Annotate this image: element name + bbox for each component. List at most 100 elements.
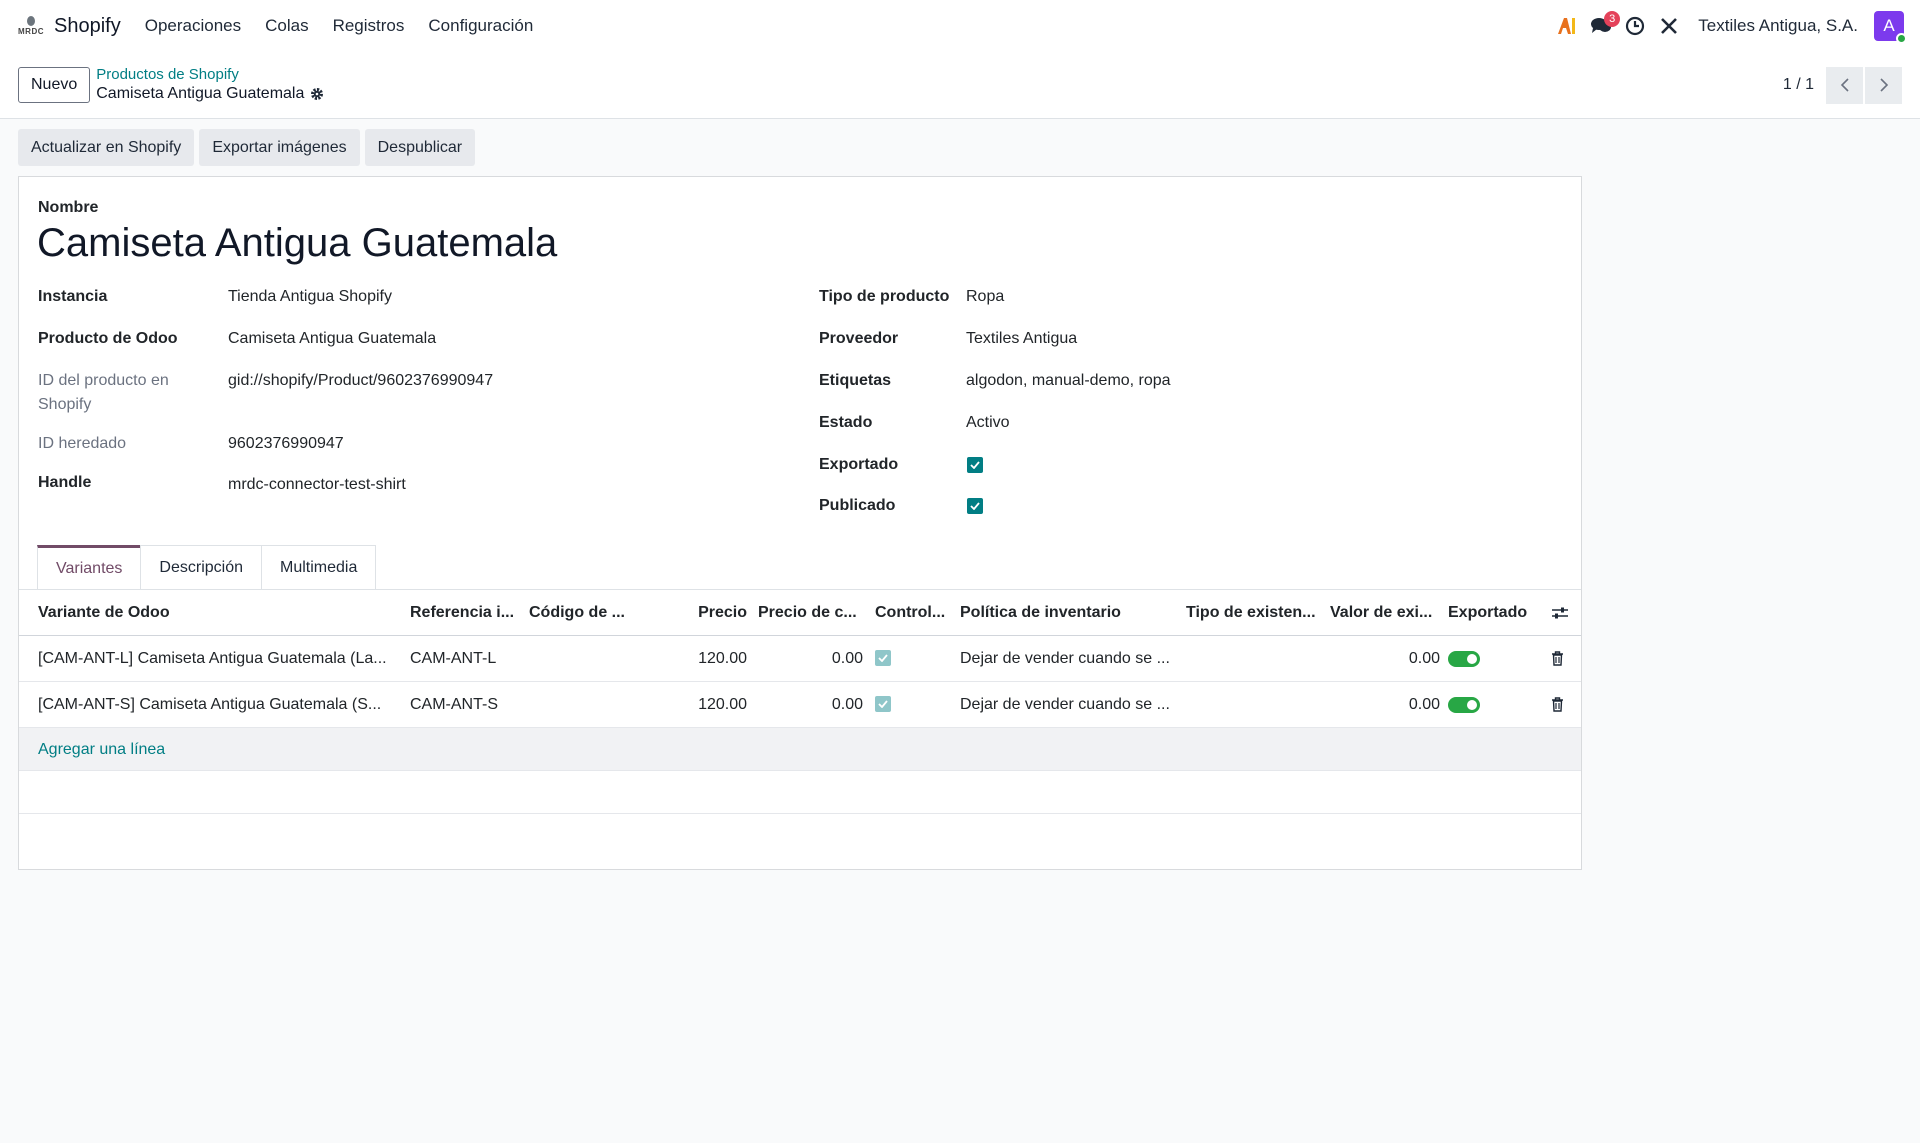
- clock-icon[interactable]: [1618, 9, 1652, 43]
- chevron-right-icon: [1879, 78, 1888, 92]
- stock-type-cell[interactable]: [1186, 682, 1318, 728]
- price-cell[interactable]: 120.00: [649, 682, 747, 728]
- breadcrumb-current: Camiseta Antigua Guatemala: [96, 84, 324, 104]
- toggle-on-icon: [1448, 696, 1480, 713]
- policy-cell[interactable]: Dejar de vender cuando se ...: [960, 682, 1175, 728]
- inventory-control-checkbox[interactable]: [875, 636, 949, 682]
- reference-cell[interactable]: CAM-ANT-L: [410, 636, 520, 682]
- empty-row: [19, 771, 1581, 814]
- id-heredado-label: ID heredado: [38, 435, 127, 452]
- pager: 1 / 1: [1783, 66, 1902, 104]
- gear-icon[interactable]: [310, 87, 324, 101]
- unpublish-button[interactable]: Despublicar: [364, 129, 476, 166]
- col-precio-comparacion[interactable]: Precio de c...: [758, 590, 863, 636]
- export-images-button[interactable]: Exportar imágenes: [199, 129, 360, 166]
- tipo-producto-value[interactable]: Ropa: [966, 285, 1004, 309]
- app-name[interactable]: Shopify: [54, 15, 121, 38]
- top-navbar: MRDC Shopify Operaciones Colas Registros…: [0, 0, 1920, 52]
- trash-icon[interactable]: [1551, 636, 1573, 682]
- stock-type-cell[interactable]: [1186, 636, 1318, 682]
- name-label: Nombre: [38, 199, 99, 216]
- exported-toggle[interactable]: [1448, 636, 1538, 682]
- pager-previous-button[interactable]: [1826, 66, 1863, 104]
- name-field[interactable]: Camiseta Antigua Guatemala: [37, 221, 557, 266]
- user-avatar[interactable]: A: [1874, 11, 1907, 44]
- stock-value-cell[interactable]: 0.00: [1330, 636, 1440, 682]
- avatar-letter: A: [1883, 16, 1895, 35]
- handle-value[interactable]: mrdc-connector-test-shirt: [228, 473, 406, 497]
- compare-price-cell[interactable]: 0.00: [758, 636, 863, 682]
- col-valor-existencia[interactable]: Valor de exi...: [1330, 590, 1440, 636]
- company-switcher[interactable]: Textiles Antigua, S.A.: [1698, 16, 1858, 36]
- menu-operaciones[interactable]: Operaciones: [145, 16, 241, 36]
- id-shopify-value: gid://shopify/Product/9602376990947: [228, 372, 494, 389]
- col-control[interactable]: Control...: [875, 590, 949, 636]
- ai-icon[interactable]: [1550, 9, 1584, 43]
- policy-cell[interactable]: Dejar de vender cuando se ...: [960, 636, 1175, 682]
- proveedor-value[interactable]: Textiles Antigua: [966, 327, 1077, 351]
- id-heredado-value: 9602376990947: [228, 435, 344, 452]
- code-cell[interactable]: [529, 636, 639, 682]
- add-line-row: Agregar una línea: [19, 728, 1581, 771]
- instancia-value[interactable]: Tienda Antigua Shopify: [228, 285, 392, 309]
- online-status-dot: [1896, 33, 1907, 44]
- publicado-checkbox[interactable]: [967, 494, 983, 518]
- tab-variantes[interactable]: Variantes: [37, 545, 142, 590]
- col-politica[interactable]: Política de inventario: [960, 590, 1175, 636]
- menu-configuracion[interactable]: Configuración: [428, 16, 533, 36]
- pager-value[interactable]: 1 / 1: [1783, 76, 1814, 94]
- inventory-control-checkbox[interactable]: [875, 682, 949, 728]
- check-icon: [967, 457, 983, 473]
- table-header: Variante de Odoo Referencia i... Código …: [19, 590, 1581, 636]
- pager-next-button[interactable]: [1865, 66, 1902, 104]
- breadcrumb: Productos de Shopify Camiseta Antigua Gu…: [96, 66, 324, 104]
- estado-label: Estado: [819, 414, 873, 431]
- producto-odoo-value[interactable]: Camiseta Antigua Guatemala: [228, 327, 436, 351]
- add-line-link[interactable]: Agregar una línea: [38, 728, 165, 771]
- toggle-on-icon: [1448, 650, 1480, 667]
- variants-table: Variante de Odoo Referencia i... Código …: [19, 590, 1581, 814]
- app-logo[interactable]: MRDC: [16, 16, 46, 36]
- table-row[interactable]: [CAM-ANT-S] Camiseta Antigua Guatemala (…: [19, 682, 1581, 728]
- price-cell[interactable]: 120.00: [649, 636, 747, 682]
- table-row[interactable]: [CAM-ANT-L] Camiseta Antigua Guatemala (…: [19, 636, 1581, 682]
- check-icon: [875, 695, 891, 712]
- control-panel: Nuevo Productos de Shopify Camiseta Anti…: [0, 52, 1920, 119]
- update-shopify-button[interactable]: Actualizar en Shopify: [18, 129, 195, 166]
- trash-icon[interactable]: [1551, 682, 1573, 728]
- tools-icon[interactable]: [1652, 9, 1686, 43]
- col-variante[interactable]: Variante de Odoo: [38, 590, 398, 636]
- chat-icon[interactable]: 3: [1584, 9, 1621, 43]
- tab-descripcion[interactable]: Descripción: [140, 545, 262, 590]
- check-icon: [967, 498, 983, 514]
- check-icon: [875, 649, 891, 666]
- exportado-checkbox[interactable]: [967, 453, 983, 477]
- col-codigo[interactable]: Código de ...: [529, 590, 639, 636]
- column-settings-icon[interactable]: [1551, 590, 1573, 636]
- breadcrumb-parent[interactable]: Productos de Shopify: [96, 66, 324, 84]
- compare-price-cell[interactable]: 0.00: [758, 682, 863, 728]
- menu-registros[interactable]: Registros: [333, 16, 405, 36]
- variant-cell[interactable]: [CAM-ANT-L] Camiseta Antigua Guatemala (…: [38, 636, 398, 682]
- form-sheet: Nombre Camiseta Antigua Guatemala Instan…: [18, 176, 1582, 870]
- logo-drop-icon: [27, 16, 35, 26]
- variant-cell[interactable]: [CAM-ANT-S] Camiseta Antigua Guatemala (…: [38, 682, 398, 728]
- producto-odoo-label: Producto de Odoo: [38, 330, 178, 347]
- col-referencia[interactable]: Referencia i...: [410, 590, 520, 636]
- stock-value-cell[interactable]: 0.00: [1330, 682, 1440, 728]
- code-cell[interactable]: [529, 682, 639, 728]
- reference-cell[interactable]: CAM-ANT-S: [410, 682, 520, 728]
- exported-toggle[interactable]: [1448, 682, 1538, 728]
- col-exportado[interactable]: Exportado: [1448, 590, 1538, 636]
- menu-colas[interactable]: Colas: [265, 16, 308, 36]
- proveedor-label: Proveedor: [819, 330, 899, 347]
- col-precio[interactable]: Precio: [649, 590, 747, 636]
- estado-value[interactable]: Activo: [966, 411, 1010, 435]
- etiquetas-label: Etiquetas: [819, 372, 892, 389]
- chevron-left-icon: [1840, 78, 1849, 92]
- col-tipo-existencia[interactable]: Tipo de existen...: [1186, 590, 1318, 636]
- new-button[interactable]: Nuevo: [18, 67, 91, 103]
- handle-label: Handle: [38, 474, 92, 491]
- etiquetas-value[interactable]: algodon, manual-demo, ropa: [966, 369, 1171, 393]
- tab-multimedia[interactable]: Multimedia: [261, 545, 377, 590]
